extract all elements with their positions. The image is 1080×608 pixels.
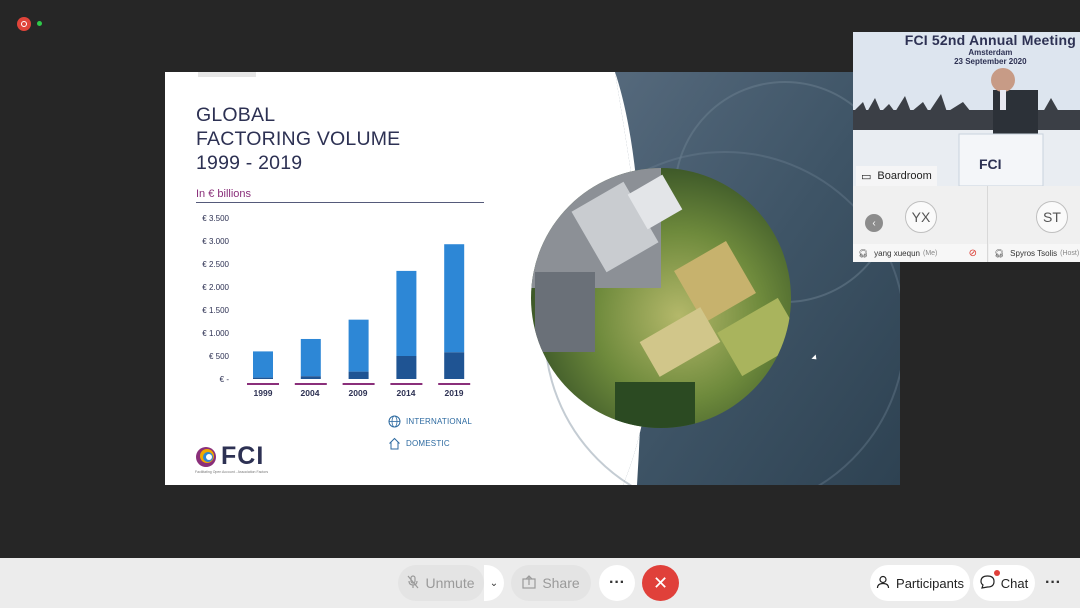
avatar: YX	[905, 201, 937, 233]
participants-label: Participants	[896, 575, 964, 591]
more-menu-button[interactable]: ···	[1036, 565, 1070, 601]
participant-tile[interactable]: ‹ YX 🎧︎ yang xuequn (Me) ⊘	[853, 186, 988, 262]
y-tick-label: € 500	[208, 352, 229, 361]
chevron-down-icon: ⌄	[489, 577, 499, 589]
x-tick-label: 2014	[396, 388, 416, 398]
participant-tile[interactable]: ST 🎧︎ Spyros Tsolis (Host)	[989, 186, 1080, 262]
y-tick-label: € 1.000	[202, 329, 229, 338]
room-label: ▭ Boardroom	[856, 166, 937, 186]
unread-badge	[994, 570, 1000, 576]
fci-logo: FCI	[195, 442, 264, 471]
headset-icon: 🎧︎	[994, 248, 1005, 258]
slide-title: GLOBAL FACTORING VOLUME 1999 - 2019	[196, 104, 401, 174]
banner-title: FCI 52nd Annual Meeting	[904, 32, 1076, 48]
share-button[interactable]: Share	[511, 565, 591, 601]
close-icon: ✕	[652, 572, 669, 593]
y-tick-label: € 3.500	[202, 214, 229, 223]
room-device-icon: ▭	[861, 170, 872, 183]
chevron-left-icon[interactable]: ‹	[865, 214, 883, 232]
active-speaker-video[interactable]: FCI 52nd Annual Meeting Amsterdam 23 Sep…	[853, 32, 1080, 186]
meeting-toolbar: Unmute ⌄ Share ··· ✕ Participants Chat ·…	[0, 558, 1080, 608]
unmute-button[interactable]: Unmute	[398, 565, 484, 601]
house-icon	[389, 437, 400, 450]
more-options-button[interactable]: ···	[599, 565, 635, 601]
x-tick-label: 1999	[253, 388, 273, 398]
more-dots-icon: ···	[1045, 574, 1061, 591]
participant-tiles: ‹ YX 🎧︎ yang xuequn (Me) ⊘ ST 🎧︎ Spyros …	[853, 186, 1080, 262]
shared-slide: GLOBAL FACTORING VOLUME 1999 - 2019 In €…	[165, 72, 900, 485]
legend-domestic: DOMESTIC	[388, 437, 450, 450]
y-tick-label: € -	[219, 375, 229, 384]
fci-logo-text: FCI	[221, 442, 265, 470]
connection-status-dot	[37, 21, 42, 26]
x-tick-label: 2009	[348, 388, 368, 398]
x-tick-label: 2019	[444, 388, 464, 398]
podium-logo: FCI	[979, 156, 1002, 172]
participant-role: (Host)	[1060, 249, 1080, 257]
room-name: Boardroom	[877, 170, 932, 182]
banner-city: Amsterdam	[968, 48, 1013, 57]
participant-name: Spyros Tsolis	[1010, 248, 1058, 258]
banner-date: 23 September 2020	[954, 57, 1027, 66]
participants-button[interactable]: Participants	[870, 565, 970, 601]
avatar: ST	[1036, 201, 1068, 233]
legend-domestic-label: DOMESTIC	[406, 439, 450, 448]
unit-label: In € billions	[196, 188, 252, 200]
more-dots-icon: ···	[609, 574, 625, 591]
chat-bubble-icon	[980, 574, 995, 592]
y-tick-label: € 2.000	[202, 283, 229, 292]
unit-divider	[196, 202, 484, 203]
chat-button[interactable]: Chat	[973, 565, 1035, 601]
mic-muted-icon: ⊘	[968, 248, 977, 259]
participant-name: yang xuequn	[874, 248, 920, 258]
slide-header-tab	[198, 72, 256, 77]
microphone-off-icon	[407, 574, 419, 592]
y-tick-label: € 3.000	[202, 237, 229, 246]
participant-name-bar: 🎧︎ yang xuequn (Me)	[853, 244, 987, 262]
fci-logo-mark	[196, 446, 216, 467]
y-tick-label: € 1.500	[202, 306, 229, 315]
window-close-dot[interactable]	[17, 17, 31, 31]
meeting-banner: FCI 52nd Annual Meeting Amsterdam 23 Sep…	[905, 32, 1076, 66]
y-tick-label: € 2.500	[202, 260, 229, 269]
audio-options-dropdown[interactable]: ⌄	[484, 565, 504, 601]
headset-icon: 🎧︎	[858, 248, 869, 258]
share-screen-icon	[522, 574, 536, 592]
leave-meeting-button[interactable]: ✕	[642, 565, 679, 601]
unmute-label: Unmute	[425, 575, 475, 591]
share-label: Share	[542, 575, 580, 591]
legend-international-label: INTERNATIONAL	[406, 417, 473, 426]
globe-icon	[388, 415, 401, 428]
fci-logo-subtext: Facilitating Open Account - Association …	[195, 470, 269, 474]
participant-name-bar: 🎧︎ Spyros Tsolis (Host)	[989, 244, 1080, 262]
participant-role: (Me)	[922, 249, 938, 257]
legend-international: INTERNATIONAL	[388, 415, 472, 428]
person-icon	[876, 575, 890, 592]
x-tick-label: 2004	[300, 388, 320, 398]
chat-label: Chat	[1000, 575, 1029, 591]
